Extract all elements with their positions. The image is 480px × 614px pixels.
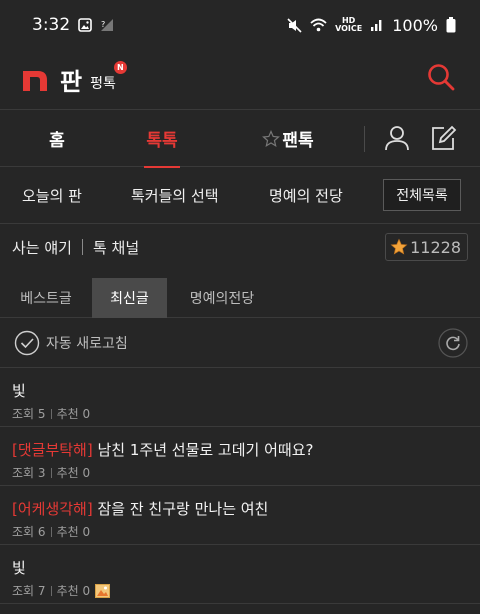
post-title-text: 빛 (12, 559, 26, 577)
post-title-text: 남친 1주년 선물로 고데기 어때요? (92, 441, 314, 459)
search-icon[interactable] (426, 62, 456, 92)
post-meta: 조회 6 추천 0 (12, 523, 90, 540)
meta-separator (50, 408, 52, 419)
battery-percent: 100% (392, 15, 438, 35)
write-icon[interactable] (429, 124, 457, 152)
views-count: 3 (37, 465, 46, 480)
subnav-today[interactable]: 오늘의 판 (22, 167, 82, 224)
tab-home-label: 홈 (49, 131, 65, 151)
tab-divider (364, 126, 365, 152)
tab-fantok[interactable]: 팬톡 (256, 110, 320, 167)
mute-icon (287, 17, 302, 33)
likes-count: 0 (82, 406, 91, 421)
image-attachment-icon (95, 583, 111, 598)
likes-label: 추천 (56, 466, 79, 480)
tab-latest-label: 최신글 (110, 291, 149, 307)
likes-count: 0 (82, 524, 91, 539)
post-item[interactable]: 빛 조회 5 추천 0 (0, 368, 480, 427)
views-label: 조회 (12, 584, 35, 598)
favorite-button[interactable]: 11228 (385, 233, 468, 261)
meta-separator (50, 585, 52, 596)
views-count: 6 (37, 524, 46, 539)
meta-separator (50, 467, 52, 478)
svg-text:?: ? (101, 20, 105, 29)
views-label: 조회 (12, 407, 35, 421)
tab-best-label: 베스트글 (20, 291, 72, 307)
likes-count: 0 (82, 583, 91, 598)
meta-separator (50, 526, 52, 537)
subnav-hall-of-fame-label: 명예의 전당 (269, 187, 343, 205)
auto-refresh-label[interactable]: 자동 새로고침 (46, 333, 128, 353)
channel-name[interactable]: 톡 채널 (93, 237, 139, 258)
status-time: 3:32 (32, 15, 71, 35)
brand-title[interactable]: 판 (60, 62, 82, 97)
channel-category[interactable]: 사는 얘기 (12, 237, 72, 258)
tab-toktok[interactable]: 톡톡 (138, 110, 186, 168)
post-tag: [댓글부탁해] (12, 441, 93, 459)
views-count: 5 (37, 406, 46, 421)
star-filled-icon (390, 238, 408, 255)
likes-label: 추천 (56, 525, 79, 539)
post-item[interactable]: [댓글부탁해] 남친 1주년 선물로 고데기 어때요? 조회 3 추천 0 (0, 427, 480, 486)
channel-header: 사는 얘기 톡 채널 11228 (0, 224, 480, 270)
views-count: 7 (37, 583, 46, 598)
signal-icon (371, 20, 382, 31)
sub-nav: 오늘의 판 톡커들의 선택 명예의 전당 전체목록 (0, 167, 480, 224)
post-title-text: 빛 (12, 382, 26, 400)
likes-label: 추천 (56, 407, 79, 421)
post-title: [댓글부탁해] 남친 1주년 선물로 고데기 어때요? (12, 439, 313, 460)
tab-toktok-label: 톡톡 (146, 131, 178, 151)
post-item[interactable]: [어케생각해] 잠을 잔 친구랑 만나는 여친 조회 6 추천 0 (0, 486, 480, 545)
favorite-count: 11228 (410, 237, 461, 257)
list-tabs: 베스트글 최신글 명예의전당 (0, 278, 480, 318)
tab-latest[interactable]: 최신글 (92, 278, 167, 318)
star-outline-icon (262, 129, 281, 147)
main-tabs: 홈 톡톡 팬톡 (0, 110, 480, 168)
new-badge: N (113, 60, 127, 74)
hd-voice-indicator: HD VOICE (335, 16, 363, 33)
refresh-icon[interactable] (438, 328, 468, 358)
post-meta: 조회 7 추천 0 (12, 582, 111, 599)
channel-separator (81, 239, 83, 255)
gallery-icon (78, 18, 92, 32)
post-title: 빛 (12, 557, 26, 578)
check-circle-icon[interactable] (14, 330, 40, 356)
no-signal-icon: ? (101, 19, 114, 31)
likes-count: 0 (82, 465, 91, 480)
tab-fantok-label: 팬톡 (282, 131, 314, 151)
app-bar: 판 펑톡 N (0, 50, 480, 110)
tab-hall-of-fame-label: 명예의전당 (189, 291, 255, 307)
battery-icon (446, 17, 456, 33)
status-bar: 3:32 ? HD VOICE 100% (0, 0, 480, 50)
subnav-talkers-choice[interactable]: 톡커들의 선택 (131, 167, 219, 224)
subnav-hall-of-fame[interactable]: 명예의 전당 (269, 167, 343, 224)
auto-refresh-row: 자동 새로고침 (0, 318, 480, 368)
subnav-today-label: 오늘의 판 (22, 187, 82, 205)
post-tag: [어케생각해] (12, 500, 93, 518)
tab-hall-of-fame[interactable]: 명예의전당 (167, 278, 277, 318)
post-title: [어케생각해] 잠을 잔 친구랑 만나는 여친 (12, 498, 268, 519)
views-label: 조회 (12, 525, 35, 539)
section-title-label: 펑톡 (90, 75, 116, 92)
post-meta: 조회 3 추천 0 (12, 464, 90, 481)
post-title-text: 잠을 잔 친구랑 만나는 여친 (92, 500, 269, 518)
wifi-icon (310, 18, 327, 32)
user-icon[interactable] (383, 124, 411, 152)
nate-logo-icon[interactable] (22, 68, 48, 92)
likes-label: 추천 (56, 584, 79, 598)
post-item[interactable]: 빛 조회 7 추천 0 (0, 545, 480, 604)
tab-home[interactable]: 홈 (22, 110, 92, 167)
all-list-button[interactable]: 전체목록 (383, 179, 461, 211)
views-label: 조회 (12, 466, 35, 480)
tab-best[interactable]: 베스트글 (0, 278, 92, 318)
subnav-talkers-choice-label: 톡커들의 선택 (131, 187, 219, 205)
section-title[interactable]: 펑톡 N (90, 60, 127, 93)
post-title: 빛 (12, 380, 26, 401)
post-meta: 조회 5 추천 0 (12, 405, 90, 422)
